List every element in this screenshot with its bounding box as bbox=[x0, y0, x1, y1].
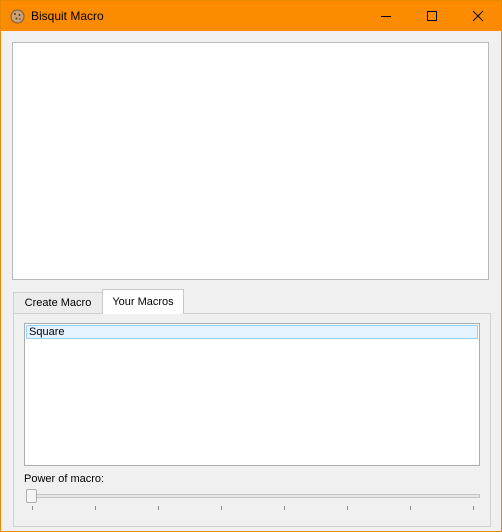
close-button[interactable] bbox=[455, 1, 501, 31]
minimize-button[interactable] bbox=[363, 1, 409, 31]
list-item[interactable]: Square bbox=[26, 325, 478, 339]
slider-tick bbox=[473, 506, 474, 510]
slider-tick bbox=[410, 506, 411, 510]
your-macros-panel: Square Power of macro: bbox=[13, 313, 491, 527]
client-area: Create Macro Your Macros Square Power of… bbox=[1, 31, 501, 531]
slider-tick bbox=[32, 506, 33, 510]
slider-tick bbox=[158, 506, 159, 510]
maximize-button[interactable] bbox=[409, 1, 455, 31]
tab-your-macros[interactable]: Your Macros bbox=[102, 289, 184, 314]
slider-tick bbox=[347, 506, 348, 510]
slider-tick bbox=[284, 506, 285, 510]
minimize-icon bbox=[381, 16, 391, 17]
power-slider-track[interactable] bbox=[28, 494, 480, 498]
slider-tick bbox=[95, 506, 96, 510]
close-icon bbox=[472, 10, 484, 22]
maximize-icon bbox=[427, 11, 437, 21]
power-label: Power of macro: bbox=[24, 473, 105, 485]
slider-tick bbox=[221, 506, 222, 510]
macro-list[interactable]: Square bbox=[24, 323, 480, 466]
power-slider-thumb[interactable] bbox=[26, 489, 37, 503]
title-bar[interactable]: Bisquit Macro bbox=[1, 1, 501, 31]
cookie-icon bbox=[10, 9, 25, 24]
tab-create-macro[interactable]: Create Macro bbox=[13, 292, 103, 313]
window-title: Bisquit Macro bbox=[31, 9, 104, 23]
preview-canvas[interactable] bbox=[12, 42, 489, 280]
app-window: Bisquit Macro Create Macro Your Macros S… bbox=[0, 0, 502, 532]
